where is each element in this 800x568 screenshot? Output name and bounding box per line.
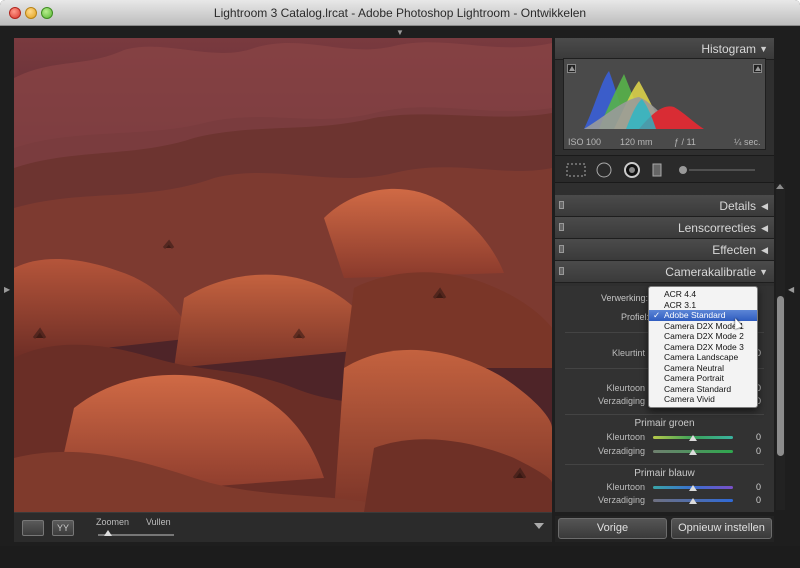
loupe-view-button[interactable] <box>22 520 44 536</box>
lightroom-window: Lightroom 3 Catalog.lrcat - Adobe Photos… <box>0 0 800 568</box>
focal-length: 120 mm <box>620 137 653 147</box>
expand-triangle-icon: ◀ <box>761 201 768 211</box>
previous-button[interactable]: Vorige <box>558 518 667 539</box>
calibration-toggle-icon[interactable] <box>559 267 564 275</box>
blue-saturation-label: Verzadiging <box>597 495 645 505</box>
window-title: Lightroom 3 Catalog.lrcat - Adobe Photos… <box>213 6 587 20</box>
blue-hue-label: Kleurtoon <box>606 482 645 492</box>
menu-item[interactable]: Camera Neutral <box>649 363 757 374</box>
fill-label: Vullen <box>146 517 171 527</box>
histogram-header[interactable]: Histogram ▼ <box>555 38 774 60</box>
menu-item[interactable]: ACR 3.1 <box>649 300 757 311</box>
menu-item[interactable]: Camera Landscape <box>649 352 757 363</box>
menu-item[interactable]: Camera Standard <box>649 384 757 395</box>
profile-dropdown-menu[interactable]: ACR 4.4 ACR 3.1 ✓ Adobe Standard Camera … <box>648 286 758 408</box>
histogram[interactable]: ISO 100 120 mm ƒ / 11 ¼ sec. <box>563 58 766 150</box>
lens-corrections-label: Lenscorrecties <box>677 221 756 235</box>
panel-scrollbar[interactable] <box>776 184 785 510</box>
right-panel-toggle-icon[interactable]: ◀ <box>788 286 794 294</box>
camera-calibration-header[interactable]: Camerakalibratie ▼ <box>555 261 774 283</box>
green-saturation-label: Verzadiging <box>597 446 645 456</box>
green-hue-knob[interactable] <box>689 435 697 441</box>
divider <box>565 464 764 465</box>
checkmark-icon: ✓ <box>653 310 661 320</box>
effects-toggle-icon[interactable] <box>559 245 564 253</box>
tool-strip <box>555 155 774 183</box>
shutter-speed: ¼ sec. <box>734 137 761 147</box>
aperture: ƒ / 11 <box>674 137 696 147</box>
red-saturation-label: Verzadiging <box>597 396 645 406</box>
expand-triangle-icon: ◀ <box>761 223 768 233</box>
details-toggle-icon[interactable] <box>559 201 564 209</box>
menu-item-selected[interactable]: ✓ Adobe Standard <box>649 310 757 321</box>
details-header[interactable]: Details ◀ <box>555 195 774 217</box>
shadow-tint-label: Kleurtint <box>611 348 645 358</box>
process-label: Verwerking: <box>601 293 649 303</box>
green-hue-label: Kleurtoon <box>606 432 645 442</box>
effects-label: Effecten <box>712 243 756 257</box>
menu-item[interactable]: Camera D2X Mode 3 <box>649 342 757 353</box>
expand-triangle-icon: ◀ <box>761 245 768 255</box>
blue-primary-title: Primair blauw <box>634 468 695 479</box>
zoom-label: Zoomen <box>96 517 130 527</box>
collapse-triangle-icon: ▼ <box>759 267 768 277</box>
menu-item[interactable]: ACR 4.4 <box>649 289 757 300</box>
spot-removal-icon <box>596 162 612 178</box>
divider <box>565 414 764 415</box>
blue-saturation-value[interactable]: 0 <box>745 495 761 505</box>
reset-button[interactable]: Opnieuw instellen <box>671 518 772 539</box>
blue-hue-value[interactable]: 0 <box>745 482 761 492</box>
menu-item[interactable]: Camera D2X Mode 2 <box>649 331 757 342</box>
photo-preview[interactable] <box>14 38 552 512</box>
menu-item-label: Adobe Standard <box>664 310 726 320</box>
scroll-up-icon[interactable] <box>776 184 784 189</box>
adjustment-brush-icon <box>679 166 687 174</box>
graduated-filter-icon <box>652 163 662 177</box>
profile-label: Profiel: <box>621 312 650 322</box>
lens-corrections-header[interactable]: Lenscorrecties ◀ <box>555 217 774 239</box>
develop-right-panel: Histogram ▼ ISO 100 120 mm ƒ / 11 ¼ sec. <box>555 38 774 512</box>
iso-value: ISO 100 <box>568 137 602 147</box>
effects-header[interactable]: Effecten ◀ <box>555 239 774 261</box>
title-bar: Lightroom 3 Catalog.lrcat - Adobe Photos… <box>0 0 800 26</box>
lens-toggle-icon[interactable] <box>559 223 564 231</box>
red-hue-label: Kleurtoon <box>606 383 645 393</box>
toolbar-menu-icon[interactable] <box>534 523 544 529</box>
desert-photo <box>14 38 552 512</box>
histogram-title: Histogram <box>701 42 756 56</box>
camera-calibration-label: Camerakalibratie <box>665 265 756 279</box>
green-hue-value[interactable]: 0 <box>745 432 761 442</box>
blue-hue-knob[interactable] <box>689 485 697 491</box>
green-saturation-knob[interactable] <box>689 449 697 455</box>
before-after-button[interactable]: YY <box>52 520 74 536</box>
filmstrip-bar <box>0 546 800 568</box>
bottom-toolbar: YY Zoomen Vullen <box>14 512 552 542</box>
blue-saturation-knob[interactable] <box>689 498 697 504</box>
crop-tool-icon <box>566 163 586 177</box>
green-primary-title: Primair groen <box>634 418 695 429</box>
left-panel-toggle-icon[interactable]: ▶ <box>4 286 10 294</box>
menu-item[interactable]: Camera Vivid <box>649 394 757 405</box>
details-label: Details <box>719 199 756 213</box>
top-panel-toggle-icon[interactable]: ▼ <box>396 29 404 37</box>
scrollbar-thumb[interactable] <box>777 296 784 456</box>
menu-item[interactable]: Camera Portrait <box>649 373 757 384</box>
green-saturation-value[interactable]: 0 <box>745 446 761 456</box>
collapse-triangle-icon: ▼ <box>759 44 768 54</box>
panel-bottom-buttons: Vorige Opnieuw instellen <box>555 516 774 542</box>
zoom-slider-knob[interactable] <box>104 530 112 536</box>
